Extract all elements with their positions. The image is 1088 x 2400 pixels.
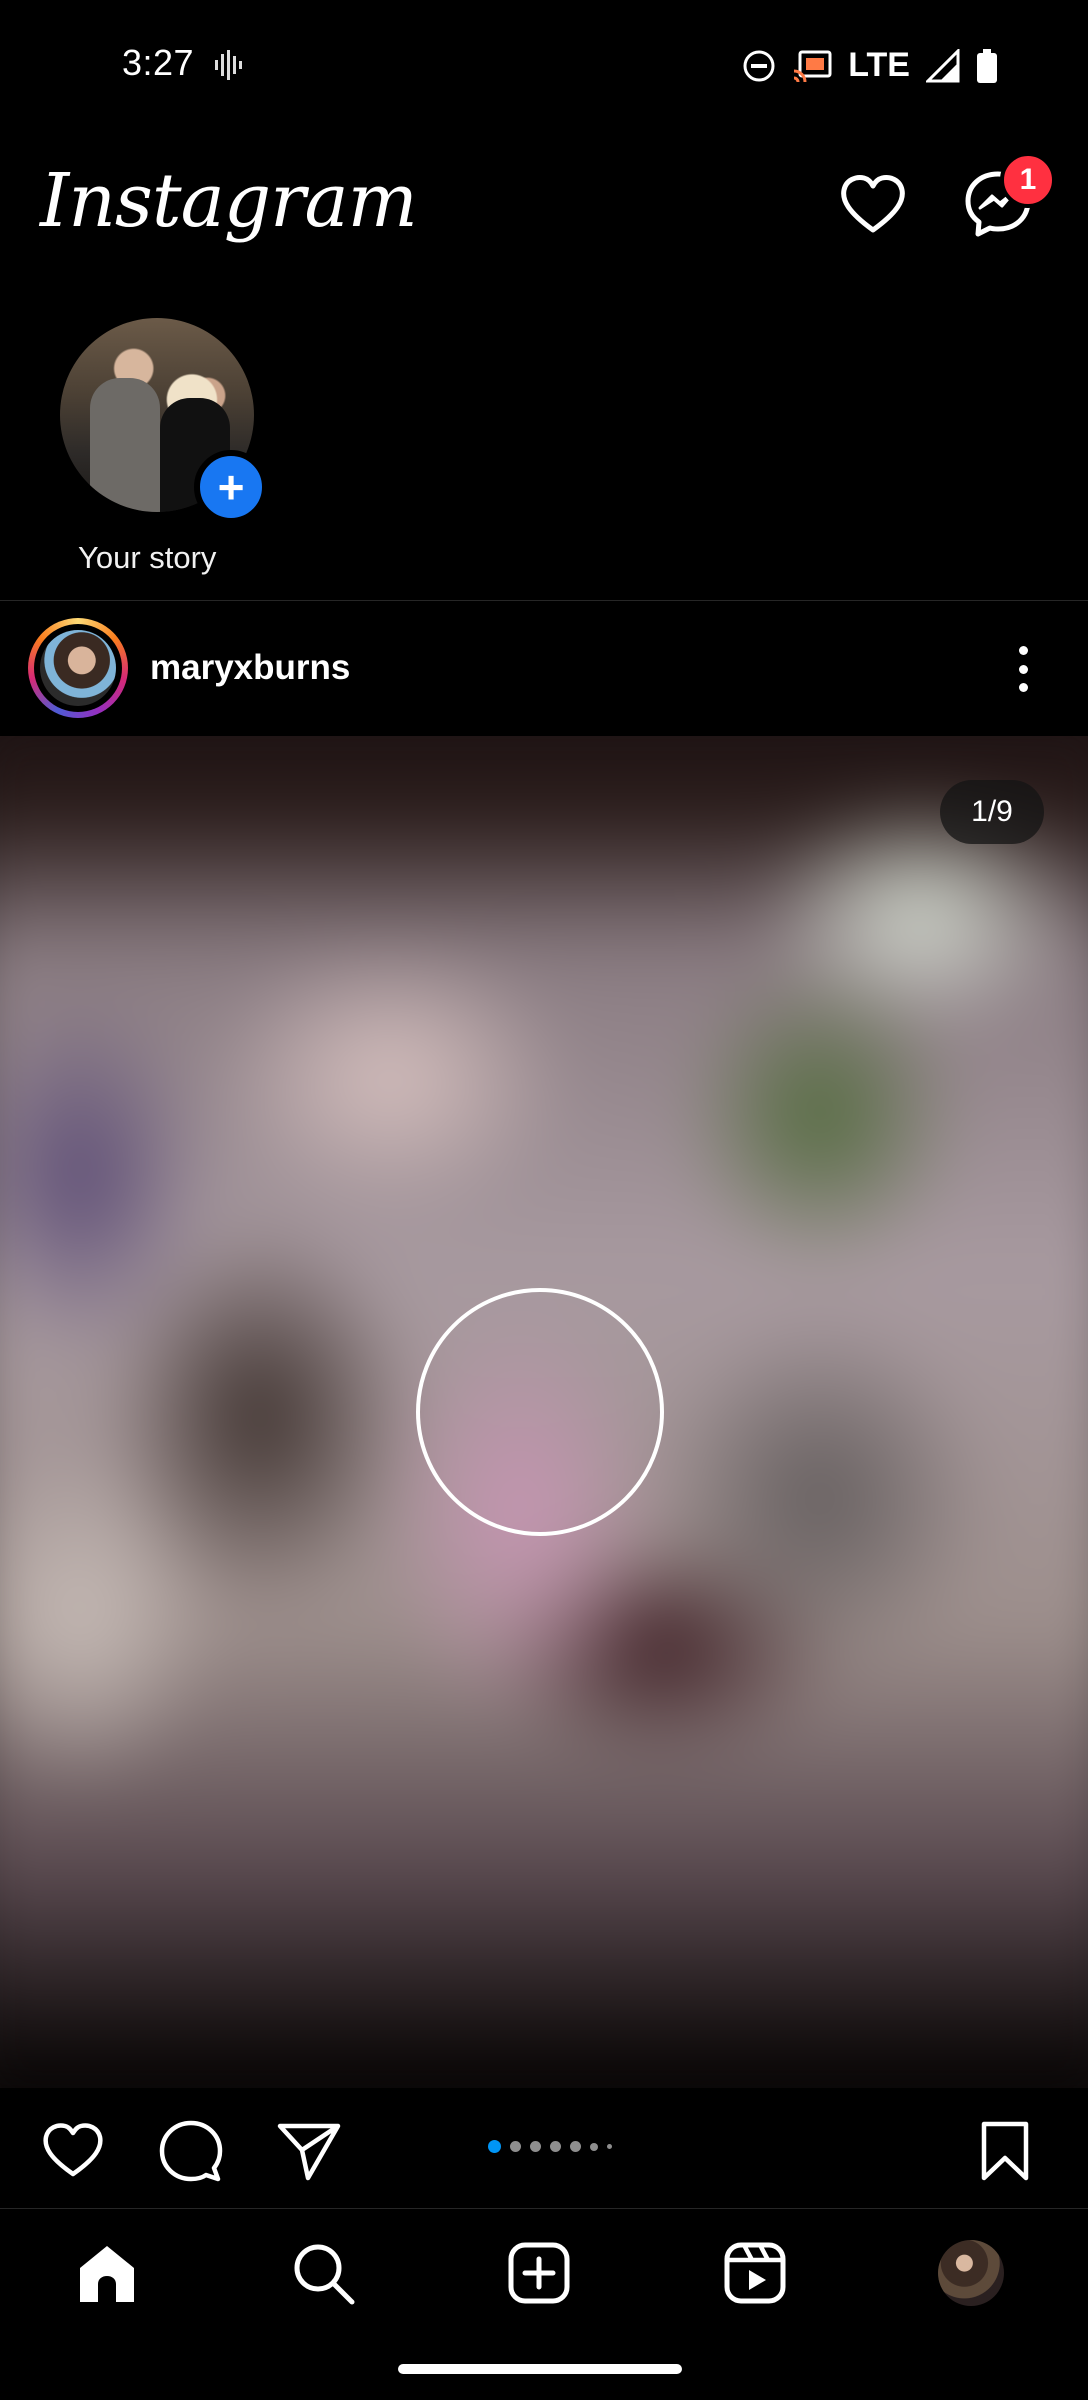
post-author-avatar[interactable] — [40, 630, 116, 706]
status-time: 3:27 — [122, 42, 195, 83]
notifications-heart-icon[interactable] — [838, 170, 908, 240]
network-type: LTE — [848, 46, 910, 84]
share-icon[interactable] — [276, 2118, 342, 2184]
media-counter: 1/9 — [940, 780, 1044, 844]
create-icon[interactable] — [506, 2240, 572, 2306]
carousel-dots — [488, 2140, 612, 2153]
carousel-dot — [570, 2141, 581, 2152]
bottom-nav-divider — [0, 2208, 1088, 2209]
story-label: Your story — [78, 540, 217, 575]
profile-avatar[interactable] — [938, 2240, 1004, 2306]
add-story-button[interactable]: + — [194, 450, 268, 524]
carousel-dot — [607, 2144, 612, 2149]
search-icon[interactable] — [290, 2240, 356, 2306]
instagram-logo: Instagram — [40, 158, 418, 244]
carousel-dot — [550, 2141, 561, 2152]
home-indicator[interactable] — [398, 2364, 682, 2374]
story-photo-figure — [90, 378, 160, 512]
post-username[interactable]: maryxburns — [150, 648, 350, 688]
audio-wave-icon — [215, 50, 243, 80]
cast-icon — [792, 50, 832, 82]
like-icon[interactable] — [40, 2118, 106, 2184]
carousel-dot — [510, 2141, 521, 2152]
stories-divider — [0, 600, 1088, 601]
messages-badge: 1 — [1000, 152, 1056, 208]
reels-icon[interactable] — [722, 2240, 788, 2306]
comment-icon[interactable] — [158, 2118, 224, 2184]
signal-icon — [926, 48, 960, 83]
carousel-dot — [590, 2142, 598, 2151]
status-icons: LTE — [742, 46, 998, 85]
home-icon[interactable] — [74, 2240, 140, 2306]
post-more-options-button[interactable] — [1010, 646, 1036, 692]
carousel-dot-active — [488, 2140, 501, 2153]
video-loading-circle — [416, 1288, 664, 1536]
carousel-dot — [530, 2141, 541, 2152]
dnd-icon — [742, 49, 776, 83]
battery-icon — [976, 48, 998, 83]
post-media[interactable]: 1/9 — [0, 736, 1088, 2088]
bookmark-icon[interactable] — [972, 2118, 1038, 2184]
